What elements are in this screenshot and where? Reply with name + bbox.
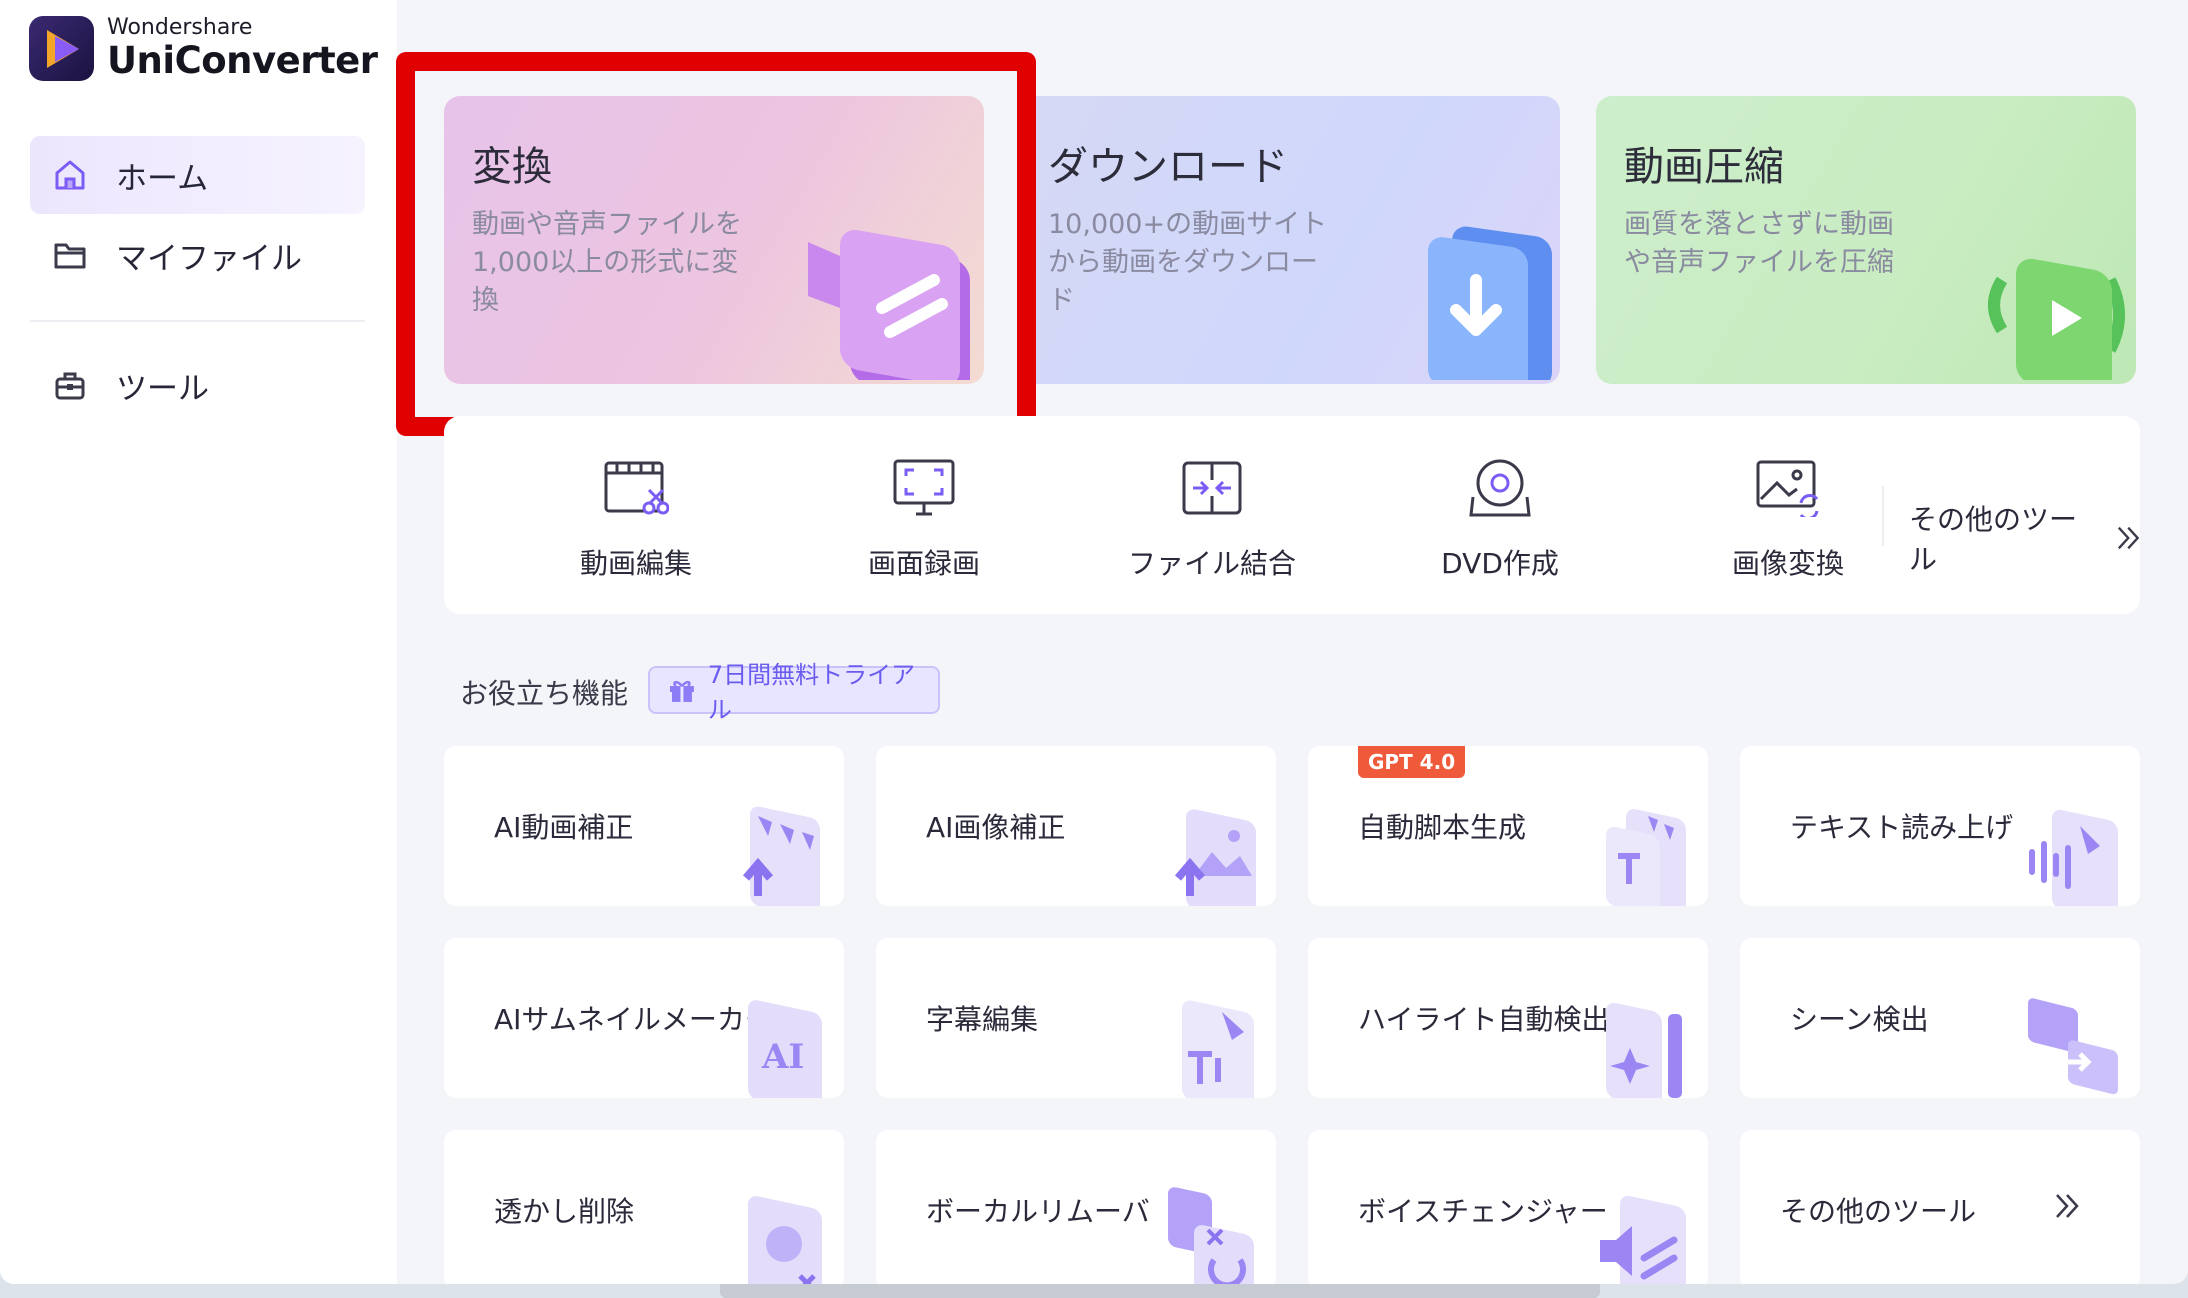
feature-more-tools[interactable]: その他のツール (1740, 1130, 2140, 1284)
feature-scene-detect[interactable]: シーン検出 (1740, 938, 2140, 1098)
scene-detect-icon (2028, 998, 2118, 1095)
dvd-icon (1400, 456, 1600, 520)
gift-icon (669, 680, 694, 702)
feature-auto-script[interactable]: GPT 4.0 自動脚本生成 (1308, 746, 1708, 906)
toolbox-icon (52, 367, 88, 403)
tool-screen-record[interactable]: 画面録画 (824, 456, 1024, 582)
sidebar-item-my-files[interactable]: マイファイル (30, 216, 365, 294)
tools-separator (1882, 486, 1884, 546)
file-merge-icon (1112, 456, 1312, 520)
tool-label: ファイル結合 (1127, 547, 1296, 580)
feature-label: ボイスチェンジャー (1358, 1195, 1608, 1228)
watermark-remove-icon (748, 1196, 822, 1284)
sidebar-item-tools[interactable]: ツール (30, 346, 365, 424)
tool-label: 動画編集 (579, 547, 692, 580)
compress-description: 画質を落とさずに動画や音声ファイルを圧縮 (1624, 209, 1894, 278)
feature-ai-thumbnail-maker[interactable]: AIサムネイルメーカー AI (444, 938, 844, 1098)
feature-vocal-remover[interactable]: ボーカルリムーバ (876, 1130, 1276, 1284)
text-to-speech-icon (2029, 809, 2118, 906)
feature-ai-image-enhance[interactable]: AI画像補正 (876, 746, 1276, 906)
gpt-badge: GPT 4.0 (1358, 746, 1466, 778)
ai-video-enhance-icon (742, 806, 820, 906)
feature-label: その他のツール (1780, 1195, 1977, 1228)
tool-label: 画像変換 (1731, 547, 1844, 580)
tool-video-edit[interactable]: 動画編集 (536, 456, 736, 582)
tool-file-merge[interactable]: ファイル結合 (1112, 456, 1312, 582)
sidebar-item-label: ツール (116, 370, 209, 407)
feature-label: AI画像補正 (926, 811, 1066, 844)
video-edit-icon (536, 456, 736, 520)
feature-highlight-detect[interactable]: ハイライト自動検出 (1308, 938, 1708, 1098)
download-illustration-icon (1406, 210, 1556, 384)
download-title: ダウンロード (1048, 144, 1288, 190)
sidebar-item-label: ホーム (116, 160, 209, 197)
feature-label: シーン検出 (1790, 1003, 1929, 1036)
sidebar-divider (30, 320, 365, 322)
feature-ai-video-enhance[interactable]: AI動画補正 (444, 746, 844, 906)
feature-voice-changer[interactable]: ボイスチェンジャー (1308, 1130, 1708, 1284)
convert-title: 変換 (472, 144, 552, 190)
more-tools-button[interactable]: その他のツール (1909, 498, 2140, 578)
quick-tools-panel: 動画編集 画面録画 ファイル結合 DVD作成 画像変換 その他のツール (444, 416, 2140, 614)
app-window: Wondershare UniConverter ホーム マイファイル ツール … (0, 0, 2188, 1284)
tool-label: DVD作成 (1441, 547, 1559, 580)
voice-changer-icon (1600, 1195, 1686, 1284)
ai-image-enhance-icon (1174, 809, 1256, 906)
feature-label: AI動画補正 (494, 811, 634, 844)
feature-subtitle-edit[interactable]: 字幕編集 (876, 938, 1276, 1098)
download-card[interactable]: ダウンロード 10,000+の動画サイトから動画をダウンロード (1020, 96, 1560, 384)
double-chevron-right-icon (2056, 1194, 2079, 1218)
vocal-remover-icon (1168, 1187, 1254, 1284)
home-icon (52, 157, 88, 193)
feature-label: 自動脚本生成 (1358, 811, 1527, 844)
feature-label: 字幕編集 (926, 1003, 1039, 1036)
subtitle-edit-icon (1182, 1000, 1254, 1098)
feature-watermark-remove[interactable]: 透かし削除 (444, 1130, 844, 1284)
download-description: 10,000+の動画サイトから動画をダウンロード (1048, 209, 1328, 316)
compress-illustration-icon (1982, 220, 2132, 384)
convert-description: 動画や音声ファイルを1,000以上の形式に変換 (472, 209, 742, 316)
section-title: お役立ち機能 (460, 677, 629, 710)
more-tools-label: その他のツール (1909, 503, 2078, 576)
convert-illustration-icon (800, 200, 980, 384)
image-convert-icon (1688, 456, 1888, 520)
brand-name: Wondershare (107, 15, 253, 40)
app-logo: Wondershare UniConverter (29, 15, 378, 82)
svg-text:AI: AI (761, 1037, 804, 1077)
convert-card[interactable]: 変換 動画や音声ファイルを1,000以上の形式に変換 (444, 96, 984, 384)
tool-image-convert[interactable]: 画像変換 (1688, 456, 1888, 582)
compress-title: 動画圧縮 (1624, 144, 1784, 190)
sidebar: Wondershare UniConverter ホーム マイファイル ツール (0, 0, 397, 1284)
tool-dvd[interactable]: DVD作成 (1400, 456, 1600, 582)
tool-label: 画面録画 (867, 547, 980, 580)
folder-icon (52, 237, 88, 273)
feature-label: ハイライト自動検出 (1358, 1003, 1610, 1036)
uniconverter-logo-icon (29, 15, 94, 81)
sidebar-item-home[interactable]: ホーム (30, 136, 365, 214)
feature-label: ボーカルリムーバ (926, 1195, 1150, 1228)
auto-script-icon (1606, 809, 1686, 906)
screen-record-icon (824, 456, 1024, 520)
sidebar-item-label: マイファイル (116, 240, 302, 277)
feature-label: 透かし削除 (494, 1195, 635, 1228)
taskbar-edge (720, 1284, 1600, 1298)
free-trial-label: 7日間無料トライアル (707, 661, 916, 724)
free-trial-badge[interactable]: 7日間無料トライアル (648, 661, 940, 724)
compress-card[interactable]: 動画圧縮 画質を落とさずに動画や音声ファイルを圧縮 (1596, 96, 2136, 384)
double-chevron-right-icon (2117, 526, 2139, 550)
highlight-detect-icon (1606, 1002, 1682, 1098)
product-name: UniConverter (107, 39, 378, 82)
feature-label: テキスト読み上げ (1790, 811, 2014, 844)
feature-text-to-speech[interactable]: テキスト読み上げ (1740, 746, 2140, 906)
ai-thumbnail-icon: AI (748, 1000, 822, 1098)
